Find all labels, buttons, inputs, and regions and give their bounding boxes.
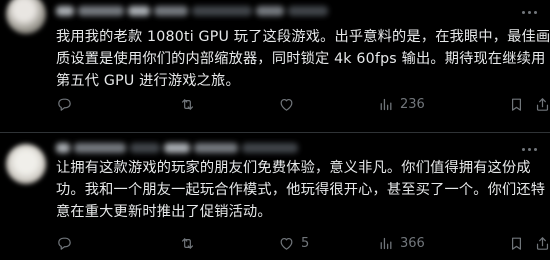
tweet-author-header[interactable] [56, 4, 328, 18]
avatar[interactable] [6, 144, 46, 184]
reply-button[interactable] [56, 234, 79, 252]
like-count: 5 [301, 235, 310, 251]
avatar[interactable] [6, 0, 46, 34]
tweet-text-line: 让拥有这款游戏的玩家的朋友们免费体验，意义非凡。你们值得拥有这份成 [56, 160, 531, 176]
more-icon[interactable] [518, 142, 540, 156]
tweet-actions: 5 366 [56, 234, 549, 252]
repost-icon [179, 96, 196, 113]
tweet-text-line: 质设置是使用你们的内部缩放器，同时锁定 4k 60fps 输出。期待现在继续用 [56, 51, 546, 67]
repost-button[interactable] [179, 234, 202, 252]
bookmark-button[interactable] [508, 95, 525, 113]
repost-icon [179, 235, 196, 252]
share-button[interactable] [534, 234, 550, 252]
timeline-feed: 我用我的老款 1080ti GPU 玩了这段游戏。出乎意料的是，在我眼中，最佳画… [0, 0, 550, 260]
more-icon[interactable] [518, 5, 540, 19]
repost-button[interactable] [179, 95, 202, 113]
tweet-text: 我用我的老款 1080ti GPU 玩了这段游戏。出乎意料的是，在我眼中，最佳画… [56, 26, 550, 92]
bookmark-icon [508, 235, 525, 252]
tweet-text-line: 第五代 GPU 进行游戏之旅。 [56, 73, 240, 89]
bookmark-icon [508, 96, 525, 113]
tweet-author-header[interactable] [56, 141, 298, 155]
share-icon [534, 96, 550, 113]
like-button[interactable]: 5 [278, 234, 309, 252]
tweet[interactable]: 让拥有这款游戏的玩家的朋友们免费体验，意义非凡。你们值得拥有这份成 功。我和一个… [0, 132, 550, 260]
bookmark-button[interactable] [508, 234, 525, 252]
view-count: 366 [400, 235, 425, 251]
tweet-text-line: 功。我和一个朋友一起玩合作模式，他玩得很开心，甚至买了一个。你们还特 [56, 182, 546, 198]
tweet-actions: 236 [56, 95, 549, 113]
tweet[interactable]: 我用我的老款 1080ti GPU 玩了这段游戏。出乎意料的是，在我眼中，最佳画… [0, 0, 550, 132]
tweet-text-line: 我用我的老款 1080ti GPU 玩了这段游戏。出乎意料的是，在我眼中，最佳画 [56, 29, 550, 45]
views-icon [377, 235, 394, 252]
share-button[interactable] [534, 95, 550, 113]
views-button[interactable]: 236 [377, 95, 425, 113]
reply-icon [56, 235, 73, 252]
like-button[interactable] [278, 95, 301, 113]
like-icon [278, 96, 295, 113]
tweet-text: 让拥有这款游戏的玩家的朋友们免费体验，意义非凡。你们值得拥有这份成 功。我和一个… [56, 157, 546, 223]
share-icon [534, 235, 550, 252]
views-icon [377, 96, 394, 113]
tweet-text-line: 意在重大更新时推出了促销活动。 [56, 204, 272, 220]
like-icon [278, 235, 295, 252]
views-button[interactable]: 366 [377, 234, 425, 252]
reply-icon [56, 96, 73, 113]
view-count: 236 [400, 96, 425, 112]
reply-button[interactable] [56, 95, 79, 113]
